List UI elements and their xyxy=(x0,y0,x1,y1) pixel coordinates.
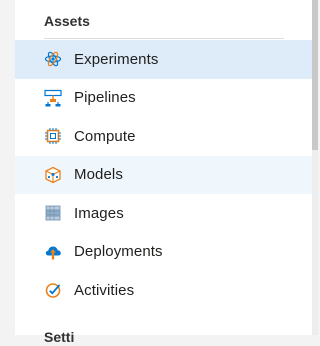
cloud-upload-icon xyxy=(44,243,62,261)
sidebar-item-label: Models xyxy=(74,166,123,184)
sidebar-item-pipelines[interactable]: Pipelines xyxy=(15,79,312,118)
sidebar-item-label: Compute xyxy=(74,127,136,145)
sidebar-item-models[interactable]: Models xyxy=(15,155,312,194)
chip-icon xyxy=(44,127,62,145)
sidebar-item-label: Pipelines xyxy=(74,89,136,107)
pipeline-icon xyxy=(44,89,62,107)
model-cube-icon xyxy=(44,166,62,184)
sidebar-item-experiments[interactable]: Experiments xyxy=(15,40,312,79)
sidebar-item-label: Experiments xyxy=(74,50,159,68)
sidebar-item-label: Deployments xyxy=(74,243,163,261)
sidebar-item-label: Activities xyxy=(74,281,135,299)
scrollbar-thumb[interactable] xyxy=(312,0,318,150)
section-header-assets: Assets xyxy=(44,13,90,29)
sidebar-item-images[interactable]: Images xyxy=(15,194,312,233)
activity-check-icon xyxy=(44,281,62,299)
flask-atom-icon xyxy=(44,50,62,68)
scrollbar[interactable] xyxy=(312,0,318,335)
sidebar-item-compute[interactable]: Compute xyxy=(15,117,312,156)
sidebar-item-activities[interactable]: Activities xyxy=(15,271,312,310)
section-divider xyxy=(44,38,284,39)
images-stack-icon xyxy=(44,204,62,222)
sidebar-item-deployments[interactable]: Deployments xyxy=(15,233,312,272)
sidebar-item-label: Images xyxy=(74,204,124,222)
section-header-settings: Setti xyxy=(44,329,75,345)
assets-nav-list: Experiments Pipelines Compute Models Ima… xyxy=(15,40,312,310)
